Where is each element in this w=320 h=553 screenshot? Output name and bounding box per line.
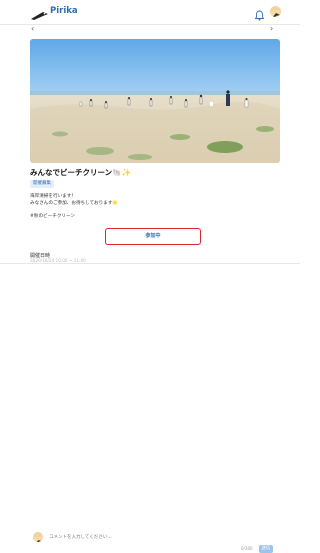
comment-input[interactable] xyxy=(47,532,240,542)
comment-avatar xyxy=(33,532,43,542)
post-description-line2: みなさんのご参加、お待ちしております🌟 xyxy=(30,201,119,206)
bell-icon[interactable] xyxy=(254,6,265,25)
post-nav-row: ‹ › xyxy=(0,24,300,36)
comment-bar: 0/300 送信 xyxy=(0,264,300,553)
character-counter: 0/300 xyxy=(241,546,253,551)
top-bar: Pirika xyxy=(0,0,300,25)
chevron-left-icon[interactable]: ‹ xyxy=(31,24,34,33)
user-avatar[interactable] xyxy=(270,6,281,17)
join-button[interactable]: 参加中 xyxy=(105,228,201,245)
send-button[interactable]: 送信 xyxy=(259,545,273,553)
chevron-right-icon[interactable]: › xyxy=(270,24,273,33)
beach-cleanup-photo xyxy=(30,39,280,163)
post-title: みんなでビーチクリーン🐚✨ xyxy=(30,168,131,177)
post-description-line1: 海岸清掃を行います！ xyxy=(30,194,76,199)
pirika-bird-logo-icon[interactable] xyxy=(31,6,48,25)
status-badge: 開催募集 xyxy=(30,180,54,188)
brand-name[interactable]: Pirika xyxy=(50,6,78,16)
post-hashtag[interactable]: #秋のビーチクリーン xyxy=(30,213,75,219)
